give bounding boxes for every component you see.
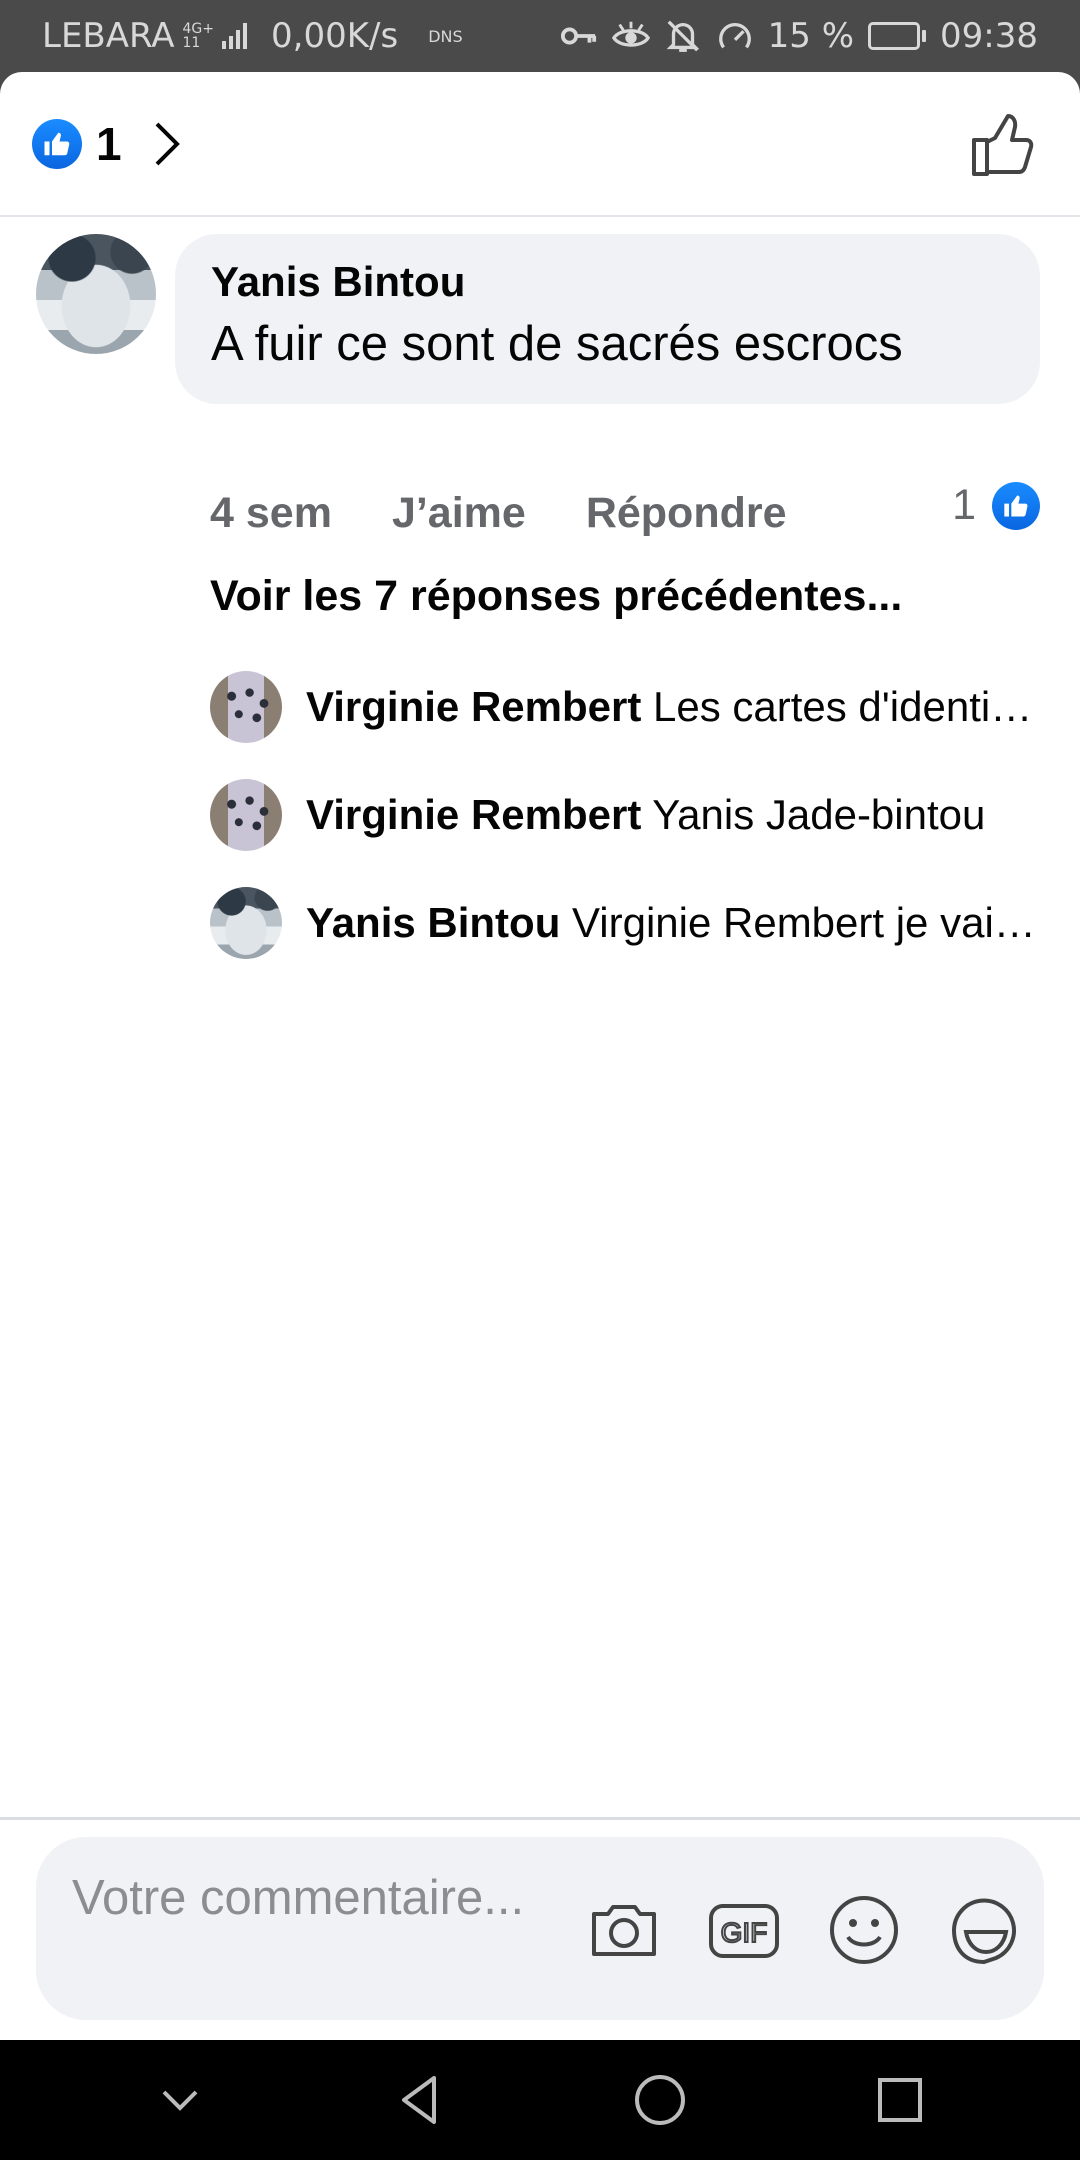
- comment-time: 4 sem: [210, 489, 332, 537]
- network-type-top: 4G+: [182, 21, 215, 37]
- avatar[interactable]: [210, 671, 282, 743]
- bell-off-icon: [666, 20, 699, 52]
- back-icon[interactable]: [390, 2070, 450, 2130]
- battery-icon: [868, 22, 927, 50]
- recents-icon[interactable]: [870, 2070, 930, 2130]
- chevron-down-icon[interactable]: [150, 2070, 210, 2130]
- eye-icon: [611, 21, 650, 47]
- status-bar: LEBARA 4G+ 11 0,00K/s DNS 15 % 09:38: [0, 0, 1080, 72]
- comment-composer: GIF: [36, 1837, 1044, 2020]
- chevron-right-icon: [155, 122, 180, 166]
- reply-text: Virginie Rembert je vais voir: [572, 899, 1040, 946]
- reply-author[interactable]: Virginie Rembert: [306, 683, 641, 730]
- reply-line: Yanis Bintou Virginie Rembert je vais vo…: [306, 899, 1040, 947]
- carrier-name: LEBARA: [42, 16, 175, 56]
- reply-button[interactable]: Répondre: [586, 489, 787, 538]
- emoji-icon[interactable]: [826, 1892, 902, 1968]
- sheet-header: 1: [0, 72, 1080, 217]
- divider: [0, 1817, 1080, 1820]
- like-icon: [32, 119, 82, 169]
- reply-item[interactable]: Virginie Rembert Yanis Jade-bintou: [210, 775, 1040, 855]
- reply-text: Les cartes d'identité sont bien arrivées: [653, 683, 1040, 730]
- reaction-summary[interactable]: 1: [32, 114, 182, 174]
- gif-label: GIF: [721, 1917, 768, 1948]
- see-previous-replies-link[interactable]: Voir les 7 réponses précédentes...: [210, 572, 902, 621]
- comment-actions: 4 sem J’aime Répondre: [210, 489, 787, 538]
- key-icon: [560, 27, 596, 45]
- gif-icon[interactable]: GIF: [706, 1892, 782, 1968]
- comment-author[interactable]: Yanis Bintou: [211, 258, 1004, 306]
- comment-text: A fuir ce sont de sacrés escrocs: [211, 317, 903, 371]
- thumbs-up-outline-icon[interactable]: [968, 110, 1038, 180]
- network-speed: 0,00K/s: [271, 16, 399, 56]
- comment-likes[interactable]: 1: [952, 481, 1040, 530]
- avatar[interactable]: [210, 779, 282, 851]
- comment-input[interactable]: [72, 1867, 572, 1997]
- comment-like-count: 1: [952, 481, 976, 529]
- comments-sheet: 1 Yanis Bintou A fuir ce sont de sacrés …: [0, 72, 1080, 2040]
- reply-line: Virginie Rembert Les cartes d'identité s…: [306, 683, 1040, 731]
- avatar[interactable]: [36, 234, 156, 354]
- reaction-count: 1: [96, 118, 122, 170]
- reply-author[interactable]: Yanis Bintou: [306, 899, 560, 946]
- home-icon[interactable]: [630, 2070, 690, 2130]
- battery-percent: 15 %: [767, 16, 855, 56]
- dns-indicator: DNS: [428, 26, 463, 46]
- comment-bubble[interactable]: Yanis Bintou A fuir ce sont de sacrés es…: [175, 234, 1040, 404]
- clock: 09:38: [940, 16, 1038, 56]
- sticker-icon[interactable]: [946, 1892, 1022, 1968]
- like-icon: [992, 481, 1040, 530]
- system-nav-bar: [0, 2040, 1080, 2160]
- network-type: 4G+ 11: [183, 22, 215, 50]
- like-button[interactable]: J’aime: [392, 489, 526, 538]
- avatar[interactable]: [210, 887, 282, 959]
- reply-text: Yanis Jade-bintou: [652, 791, 986, 838]
- network-type-bottom: 11: [182, 35, 201, 51]
- reply-item[interactable]: Yanis Bintou Virginie Rembert je vais vo…: [210, 883, 1040, 963]
- reply-author[interactable]: Virginie Rembert: [306, 791, 641, 838]
- status-right: 15 % 09:38: [560, 16, 1038, 56]
- signal-icon: [222, 23, 248, 49]
- status-left: LEBARA 4G+ 11 0,00K/s DNS: [42, 16, 463, 56]
- speedometer-icon: [718, 23, 751, 49]
- camera-icon[interactable]: [586, 1892, 662, 1968]
- reply-item[interactable]: Virginie Rembert Les cartes d'identité s…: [210, 667, 1040, 747]
- reply-line: Virginie Rembert Yanis Jade-bintou: [306, 791, 1040, 839]
